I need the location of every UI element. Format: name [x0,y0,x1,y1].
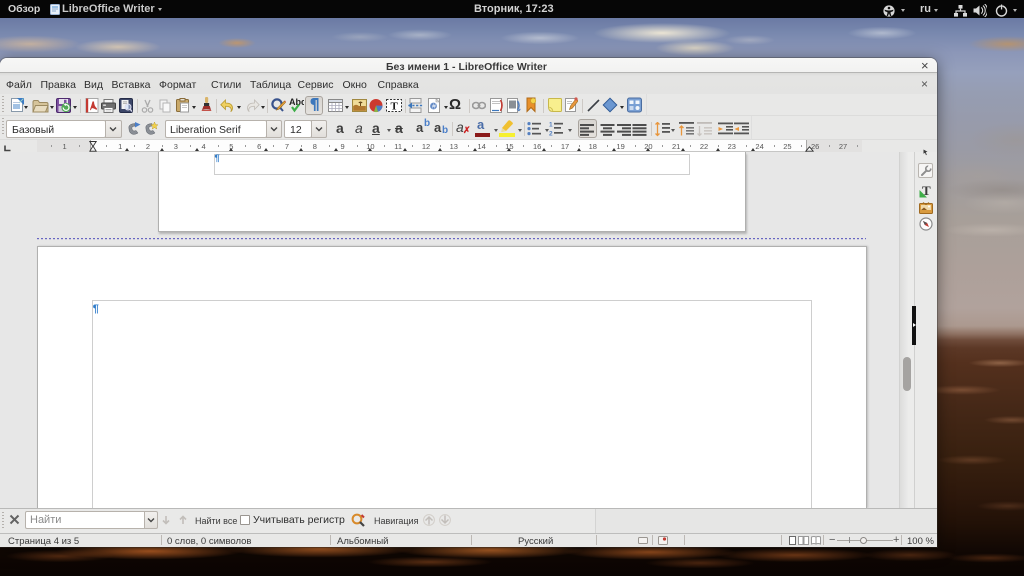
svg-text:1: 1 [549,122,553,129]
svg-text:#: # [432,104,436,111]
svg-text:T: T [922,184,931,198]
svg-text:2: 2 [549,131,553,136]
svg-text:Abc: Abc [289,97,304,107]
svg-text:T: T [391,101,399,113]
